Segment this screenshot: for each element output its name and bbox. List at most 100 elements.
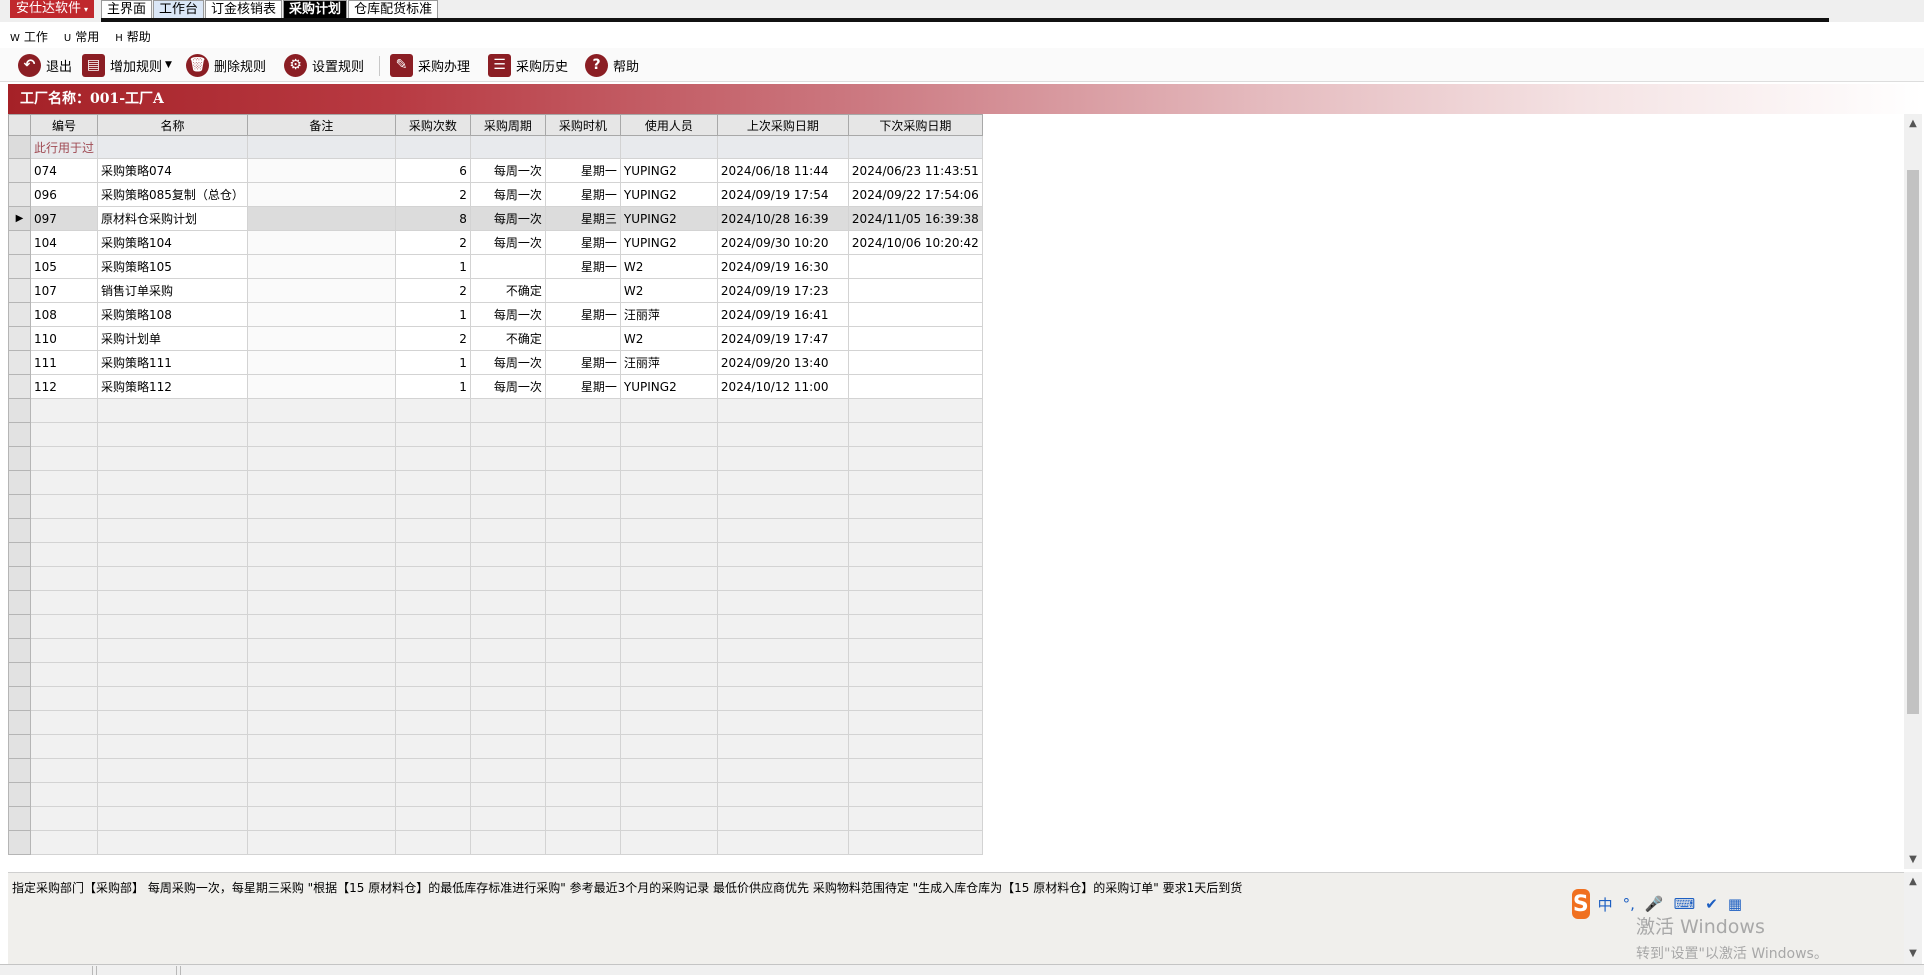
filter-cell[interactable] <box>847 135 983 159</box>
brand-menu-button[interactable]: 安仕达软件 ▾ <box>10 0 95 18</box>
help-button[interactable]: ? 帮助 <box>585 52 639 78</box>
filter-cell[interactable] <box>246 135 396 159</box>
cell-last[interactable]: 2024/10/28 16:39 <box>716 206 849 231</box>
cell-id[interactable]: 108 <box>29 302 99 327</box>
cell-last[interactable]: 2024/10/12 11:00 <box>716 374 849 399</box>
cell-last[interactable]: 2024/09/19 16:41 <box>716 302 849 327</box>
cell-name[interactable]: 采购计划单 <box>97 326 248 351</box>
column-header[interactable]: 名称 <box>97 114 248 136</box>
cell-memo[interactable] <box>246 278 396 303</box>
set-rule-button[interactable]: ⚙ 设置规则 <box>284 52 364 78</box>
cell-next[interactable]: 2024/10/06 10:20:42 <box>847 230 983 255</box>
cell-timing[interactable]: 星期一 <box>544 254 621 279</box>
filter-cell[interactable] <box>394 135 471 159</box>
cell-memo[interactable] <box>246 254 396 279</box>
cell-timing[interactable] <box>544 278 621 303</box>
cell-last[interactable]: 2024/09/30 10:20 <box>716 230 849 255</box>
cell-next[interactable] <box>847 350 983 375</box>
microphone-icon[interactable]: 🎤 <box>1645 895 1664 913</box>
table-row[interactable]: ▶ 097 原材料仓采购计划 8 每周一次 星期三 YUPING2 2024/10/28 16… <box>8 206 983 231</box>
cell-name[interactable]: 原材料仓采购计划 <box>97 206 248 231</box>
cell-count[interactable]: 1 <box>394 302 471 327</box>
cell-count[interactable]: 2 <box>394 326 471 351</box>
cell-user[interactable]: W2 <box>619 326 718 351</box>
cell-last[interactable]: 2024/09/19 17:47 <box>716 326 849 351</box>
column-header[interactable]: 使用人员 <box>619 114 718 136</box>
table-row[interactable]: 112 采购策略112 1 每周一次 星期一 YUPING2 2024/10/12 11:0… <box>8 374 983 399</box>
table-row[interactable]: 111 采购策略111 1 每周一次 星期一 汪丽萍 2024/09/20 13:40 <box>8 350 983 375</box>
cell-last[interactable]: 2024/09/19 17:23 <box>716 278 849 303</box>
grid-vertical-scrollbar[interactable]: ▲ ▼ <box>1904 114 1922 869</box>
cell-name[interactable]: 采购策略074 <box>97 158 248 183</box>
column-header[interactable]: 采购周期 <box>469 114 546 136</box>
cell-user[interactable]: YUPING2 <box>619 158 718 183</box>
cell-last[interactable]: 2024/09/19 17:54 <box>716 182 849 207</box>
tab-0[interactable]: 主界面 <box>101 0 153 19</box>
cell-last[interactable]: 2024/09/20 13:40 <box>716 350 849 375</box>
ime-punct-toggle[interactable]: °, <box>1623 895 1635 913</box>
cell-next[interactable] <box>847 254 983 279</box>
cell-timing[interactable]: 星期一 <box>544 374 621 399</box>
cell-count[interactable]: 8 <box>394 206 471 231</box>
cell-count[interactable]: 6 <box>394 158 471 183</box>
cell-name[interactable]: 采购策略111 <box>97 350 248 375</box>
filter-cell[interactable] <box>544 135 621 159</box>
cell-id[interactable]: 104 <box>29 230 99 255</box>
add-rule-button[interactable]: ▤ 增加规则 ▼ <box>82 52 172 78</box>
cell-cycle[interactable]: 每周一次 <box>469 206 546 231</box>
skin-icon[interactable]: ✔ <box>1705 895 1718 913</box>
menu-item-0[interactable]: W 工作 <box>10 27 48 47</box>
cell-next[interactable]: 2024/09/22 17:54:06 <box>847 182 983 207</box>
filter-cell[interactable] <box>619 135 718 159</box>
table-row[interactable]: 074 采购策略074 6 每周一次 星期一 YUPING2 2024/06/18 11:4… <box>8 158 983 183</box>
table-row[interactable]: 096 采购策略085复制（总仓） 2 每周一次 星期一 YUPING2 2024/09/1… <box>8 182 983 207</box>
cell-user[interactable]: YUPING2 <box>619 206 718 231</box>
table-row[interactable]: 108 采购策略108 1 每周一次 星期一 汪丽萍 2024/09/19 16:41 <box>8 302 983 327</box>
cell-name[interactable]: 采购策略112 <box>97 374 248 399</box>
cell-memo[interactable] <box>246 206 396 231</box>
cell-user[interactable]: 汪丽萍 <box>619 302 718 327</box>
grid-menu-icon[interactable]: ▦ <box>1728 895 1742 913</box>
cell-user[interactable]: W2 <box>619 254 718 279</box>
column-header[interactable]: 编号 <box>29 114 99 136</box>
cell-memo[interactable] <box>246 230 396 255</box>
scroll-up-icon[interactable]: ▲ <box>1904 874 1922 890</box>
tab-1[interactable]: 工作台 <box>153 0 205 19</box>
exit-button[interactable]: ↶ 退出 <box>18 52 72 78</box>
cell-id[interactable]: 105 <box>29 254 99 279</box>
table-row[interactable]: 105 采购策略105 1 星期一 W2 2024/09/19 16:30 <box>8 254 983 279</box>
cell-cycle[interactable]: 不确定 <box>469 278 546 303</box>
cell-timing[interactable]: 星期一 <box>544 230 621 255</box>
cell-id[interactable]: 096 <box>29 182 99 207</box>
cell-next[interactable] <box>847 326 983 351</box>
cell-user[interactable]: YUPING2 <box>619 182 718 207</box>
menu-item-1[interactable]: U 常用 <box>64 27 99 47</box>
ime-mode-toggle[interactable]: 中 <box>1598 894 1613 915</box>
cell-count[interactable]: 2 <box>394 230 471 255</box>
cell-memo[interactable] <box>246 182 396 207</box>
ime-logo-icon[interactable]: S <box>1572 889 1590 919</box>
delete-rule-button[interactable]: 🗑 删除规则 <box>186 52 266 78</box>
filter-cell[interactable] <box>97 135 248 159</box>
table-row[interactable]: 104 采购策略104 2 每周一次 星期一 YUPING2 2024/09/30 10:2… <box>8 230 983 255</box>
keyboard-icon[interactable]: ⌨ <box>1674 895 1696 913</box>
cell-name[interactable]: 采购策略108 <box>97 302 248 327</box>
cell-user[interactable]: W2 <box>619 278 718 303</box>
cell-cycle[interactable]: 每周一次 <box>469 374 546 399</box>
cell-timing[interactable]: 星期一 <box>544 350 621 375</box>
cell-user[interactable]: 汪丽萍 <box>619 350 718 375</box>
scroll-thumb[interactable] <box>1907 170 1919 714</box>
cell-cycle[interactable]: 每周一次 <box>469 302 546 327</box>
cell-timing[interactable]: 星期三 <box>544 206 621 231</box>
cell-next[interactable]: 2024/11/05 16:39:38 <box>847 206 983 231</box>
tab-2[interactable]: 订金核销表 <box>205 0 283 19</box>
cell-user[interactable]: YUPING2 <box>619 374 718 399</box>
cell-next[interactable] <box>847 302 983 327</box>
cell-cycle[interactable]: 每周一次 <box>469 350 546 375</box>
cell-timing[interactable]: 星期一 <box>544 302 621 327</box>
cell-id[interactable]: 110 <box>29 326 99 351</box>
cell-id[interactable]: 074 <box>29 158 99 183</box>
cell-count[interactable]: 1 <box>394 350 471 375</box>
cell-cycle[interactable]: 每周一次 <box>469 158 546 183</box>
cell-count[interactable]: 2 <box>394 182 471 207</box>
